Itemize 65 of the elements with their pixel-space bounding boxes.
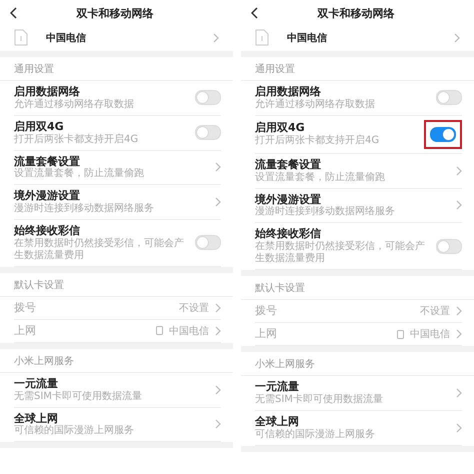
section-header: 默认卡设置 [241, 276, 474, 300]
chevron-icon [215, 302, 221, 313]
chevron-icon [215, 384, 221, 395]
section-header: 通用设置 [241, 57, 474, 81]
setting-value: 中国电信 [169, 324, 209, 338]
chevron-icon [213, 32, 219, 42]
chevron-icon [215, 197, 221, 208]
setting-title: 一元流量 [255, 380, 300, 394]
setting-description: 在禁用数据时仍然接受彩信，可能会产生数据流量费用 [255, 241, 426, 265]
setting-title: 境外漫游设置 [14, 189, 81, 202]
setting-description: 漫游时连接到移动数据网络服务 [255, 206, 396, 218]
chevron-icon [215, 326, 221, 336]
setting-description: 无需SIM卡即可使用数据流量 [255, 394, 384, 406]
chevron-icon [456, 200, 462, 210]
setting-description: 设置流量套餐，防止流量偷跑 [14, 168, 145, 180]
setting-title: 启用双4G [14, 120, 65, 134]
setting-title: 上网 [255, 327, 278, 341]
sim-card-icon [255, 29, 269, 46]
setting-title: 流量套餐设置 [14, 154, 81, 168]
setting-title: 启用数据网络 [14, 85, 81, 98]
setting-description: 可信赖的国际漫游上网服务 [255, 428, 376, 440]
setting-value: 不设置 [179, 302, 209, 315]
setting-description: 打开后两张卡都支持开启4G [255, 135, 380, 148]
setting-description: 打开后两张卡都支持开启4G [14, 134, 140, 146]
section-header: 小米上网服务 [241, 352, 474, 376]
setting-title: 拨号 [14, 300, 37, 315]
back-icon[interactable] [251, 7, 258, 19]
chevron-icon [456, 329, 462, 339]
setting-description: 无需SIM卡即可使用数据流量 [14, 390, 143, 402]
toggle-switch[interactable] [430, 126, 456, 142]
screen-title: 双卡和移动网络 [75, 6, 154, 20]
chevron-icon [454, 32, 460, 42]
sim-card-icon [14, 29, 28, 46]
setting-title: 上网 [14, 324, 37, 338]
chevron-icon [456, 422, 462, 433]
setting-description: 在禁用数据时仍然接受彩信，可能会产生数据流量费用 [14, 238, 185, 262]
setting-title: 始终接收彩信 [14, 224, 81, 238]
chevron-icon [456, 388, 462, 398]
setting-title: 全球上网 [255, 414, 300, 428]
section-header: 小米上网服务 [0, 348, 233, 373]
setting-description: 允许通过移动网络存取数据 [255, 98, 376, 111]
chevron-icon [215, 162, 221, 172]
chevron-icon [456, 166, 462, 176]
setting-title: 始终接收彩信 [255, 227, 322, 240]
carrier-name: 中国电信 [46, 32, 87, 44]
setting-value: 中国电信 [410, 328, 450, 341]
setting-value: 不设置 [420, 304, 450, 318]
setting-title: 境外漫游设置 [255, 192, 322, 206]
chevron-icon [456, 306, 462, 316]
setting-title: 一元流量 [14, 376, 59, 390]
setting-title: 启用双4G [255, 121, 306, 134]
setting-description: 可信赖的国际漫游上网服务 [14, 425, 135, 438]
setting-title: 启用数据网络 [255, 85, 322, 98]
section-header: 默认卡设置 [0, 272, 233, 297]
setting-title: 流量套餐设置 [255, 158, 322, 172]
setting-title: 全球上网 [14, 412, 59, 424]
carrier-name: 中国电信 [287, 32, 328, 44]
back-icon[interactable] [10, 7, 17, 19]
setting-description: 设置流量套餐，防止流量偷跑 [255, 172, 386, 184]
chevron-icon [215, 419, 221, 430]
setting-title: 拨号 [255, 304, 278, 318]
setting-description: 漫游时连接到移动数据网络服务 [14, 203, 155, 215]
section-header: 通用设置 [0, 57, 233, 81]
setting-description: 允许通过移动网络存取数据 [14, 98, 135, 111]
screen-title: 双卡和移动网络 [316, 6, 396, 20]
